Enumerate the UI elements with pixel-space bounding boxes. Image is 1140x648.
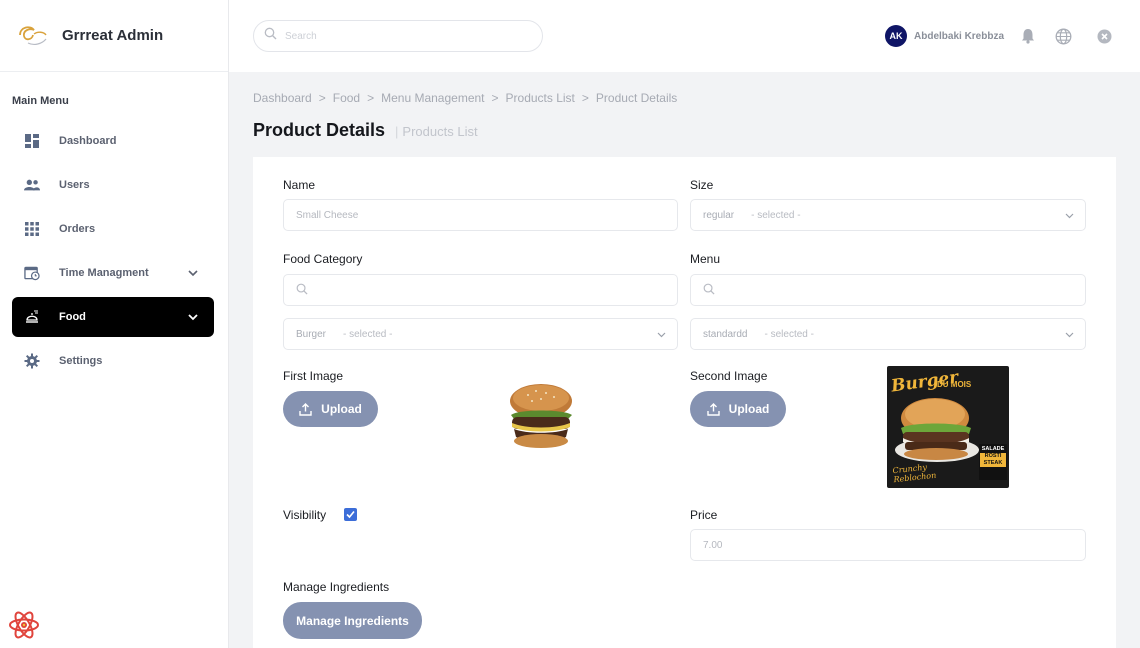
chevron-down-icon (1064, 329, 1075, 340)
search-input[interactable] (285, 30, 515, 42)
sidebar-item-users[interactable]: Users (12, 165, 214, 205)
name-value: Small Cheese (296, 209, 359, 221)
chevron-down-icon (656, 329, 667, 340)
dashboard-icon (24, 133, 40, 149)
chevron-down-icon (1064, 210, 1075, 221)
breadcrumb: Dashboard > Food > Menu Management > Produc… (253, 91, 678, 105)
page-subtitle[interactable]: | Products List (395, 124, 478, 139)
close-icon[interactable] (1095, 27, 1113, 45)
food-category-value: Burger (296, 328, 327, 340)
page-title: Product Details (253, 120, 386, 140)
product-form-card: Name Small Cheese Size regular - selecte… (253, 157, 1116, 648)
price-label: Price (690, 508, 718, 522)
second-image-label: Second Image (690, 369, 768, 383)
breadcrumb-item[interactable]: Products List (506, 91, 575, 105)
price-field[interactable]: 7.00 (690, 529, 1086, 561)
sidebar-nav: Dashboard Users Orders Time Managment Fo… (0, 121, 228, 381)
food-category-select[interactable]: Burger - selected - (283, 318, 678, 350)
sidebar-item-dashboard[interactable]: Dashboard (12, 121, 214, 161)
brand[interactable]: Grrreat Admin (0, 0, 228, 72)
calendar-clock-icon (24, 265, 40, 281)
first-image-upload-button[interactable]: Upload (283, 391, 378, 427)
chevron-down-icon[interactable] (186, 266, 200, 280)
food-icon (24, 309, 40, 325)
manage-ingredients-label: Manage Ingredients (283, 580, 390, 594)
topbar: AK Abdelbaki Krebbza (229, 0, 1140, 72)
main-menu-title: Main Menu (12, 95, 69, 107)
grid-icon (24, 221, 40, 237)
sidebar-item-label: Orders (59, 223, 96, 235)
name-field[interactable]: Small Cheese (283, 199, 678, 231)
sidebar-item-food[interactable]: Food (12, 297, 214, 337)
sidebar-item-label: Settings (59, 355, 103, 367)
gear-icon (24, 353, 40, 369)
sidebar: Grrreat Admin Main Menu Dashboard Users (0, 0, 229, 648)
search-icon (264, 27, 277, 45)
breadcrumb-item[interactable]: Dashboard (253, 91, 312, 105)
manage-ingredients-button[interactable]: Manage Ingredients (283, 602, 422, 639)
sidebar-item-settings[interactable]: Settings (12, 341, 214, 381)
sidebar-item-label: Dashboard (59, 135, 117, 147)
bell-icon[interactable] (1019, 27, 1037, 45)
sidebar-item-time-management[interactable]: Time Managment (12, 253, 214, 293)
second-image-upload-button[interactable]: Upload (690, 391, 786, 427)
react-logo-icon (8, 610, 40, 640)
food-category-label: Food Category (283, 252, 363, 266)
page-header: Product Details | Products List (253, 120, 478, 141)
name-label: Name (283, 178, 316, 192)
first-image-preview (506, 379, 576, 449)
menu-select[interactable]: standardd - selected - (690, 318, 1086, 350)
menu-hint: - selected - (764, 328, 814, 340)
chevron-down-icon[interactable] (186, 310, 200, 324)
size-value: regular (703, 209, 735, 221)
price-value: 7.00 (703, 539, 723, 551)
food-category-search[interactable] (283, 274, 678, 306)
size-hint: - selected - (751, 209, 801, 221)
upload-icon (299, 402, 312, 416)
menu-search[interactable] (690, 274, 1086, 306)
size-select[interactable]: regular - selected - (690, 199, 1086, 231)
brand-name: Grrreat Admin (62, 27, 164, 44)
user-menu[interactable]: AK Abdelbaki Krebbza (885, 25, 1004, 47)
breadcrumb-item-current: Product Details (595, 91, 678, 105)
first-image-label: First Image (283, 369, 344, 383)
breadcrumb-item[interactable]: Food (333, 91, 360, 105)
upload-icon (706, 402, 720, 416)
brand-logo (14, 23, 50, 49)
breadcrumb-item[interactable]: Menu Management (381, 91, 484, 105)
menu-label: Menu (690, 252, 721, 266)
user-name: Abdelbaki Krebbza (914, 30, 1005, 42)
poster-tags: SALADE ROSTI STEAK (980, 446, 1006, 467)
sidebar-item-label: Food (59, 311, 86, 323)
sidebar-item-label: Time Managment (59, 267, 149, 279)
avatar[interactable]: AK (885, 25, 907, 47)
visibility-checkbox[interactable] (344, 508, 357, 521)
size-label: Size (690, 178, 714, 192)
second-image-preview: Burger DU MOIS SALADE ROSTI STEAK Crunch… (887, 366, 1009, 488)
visibility-label: Visibility (283, 508, 327, 522)
food-category-hint: - selected - (343, 328, 393, 340)
search-box[interactable] (253, 20, 543, 52)
sidebar-item-orders[interactable]: Orders (12, 209, 214, 249)
search-icon (703, 283, 715, 298)
search-icon (296, 283, 308, 298)
menu-value: standardd (703, 328, 748, 340)
globe-icon[interactable] (1054, 27, 1072, 45)
users-icon (24, 177, 40, 193)
sidebar-item-label: Users (59, 179, 90, 191)
